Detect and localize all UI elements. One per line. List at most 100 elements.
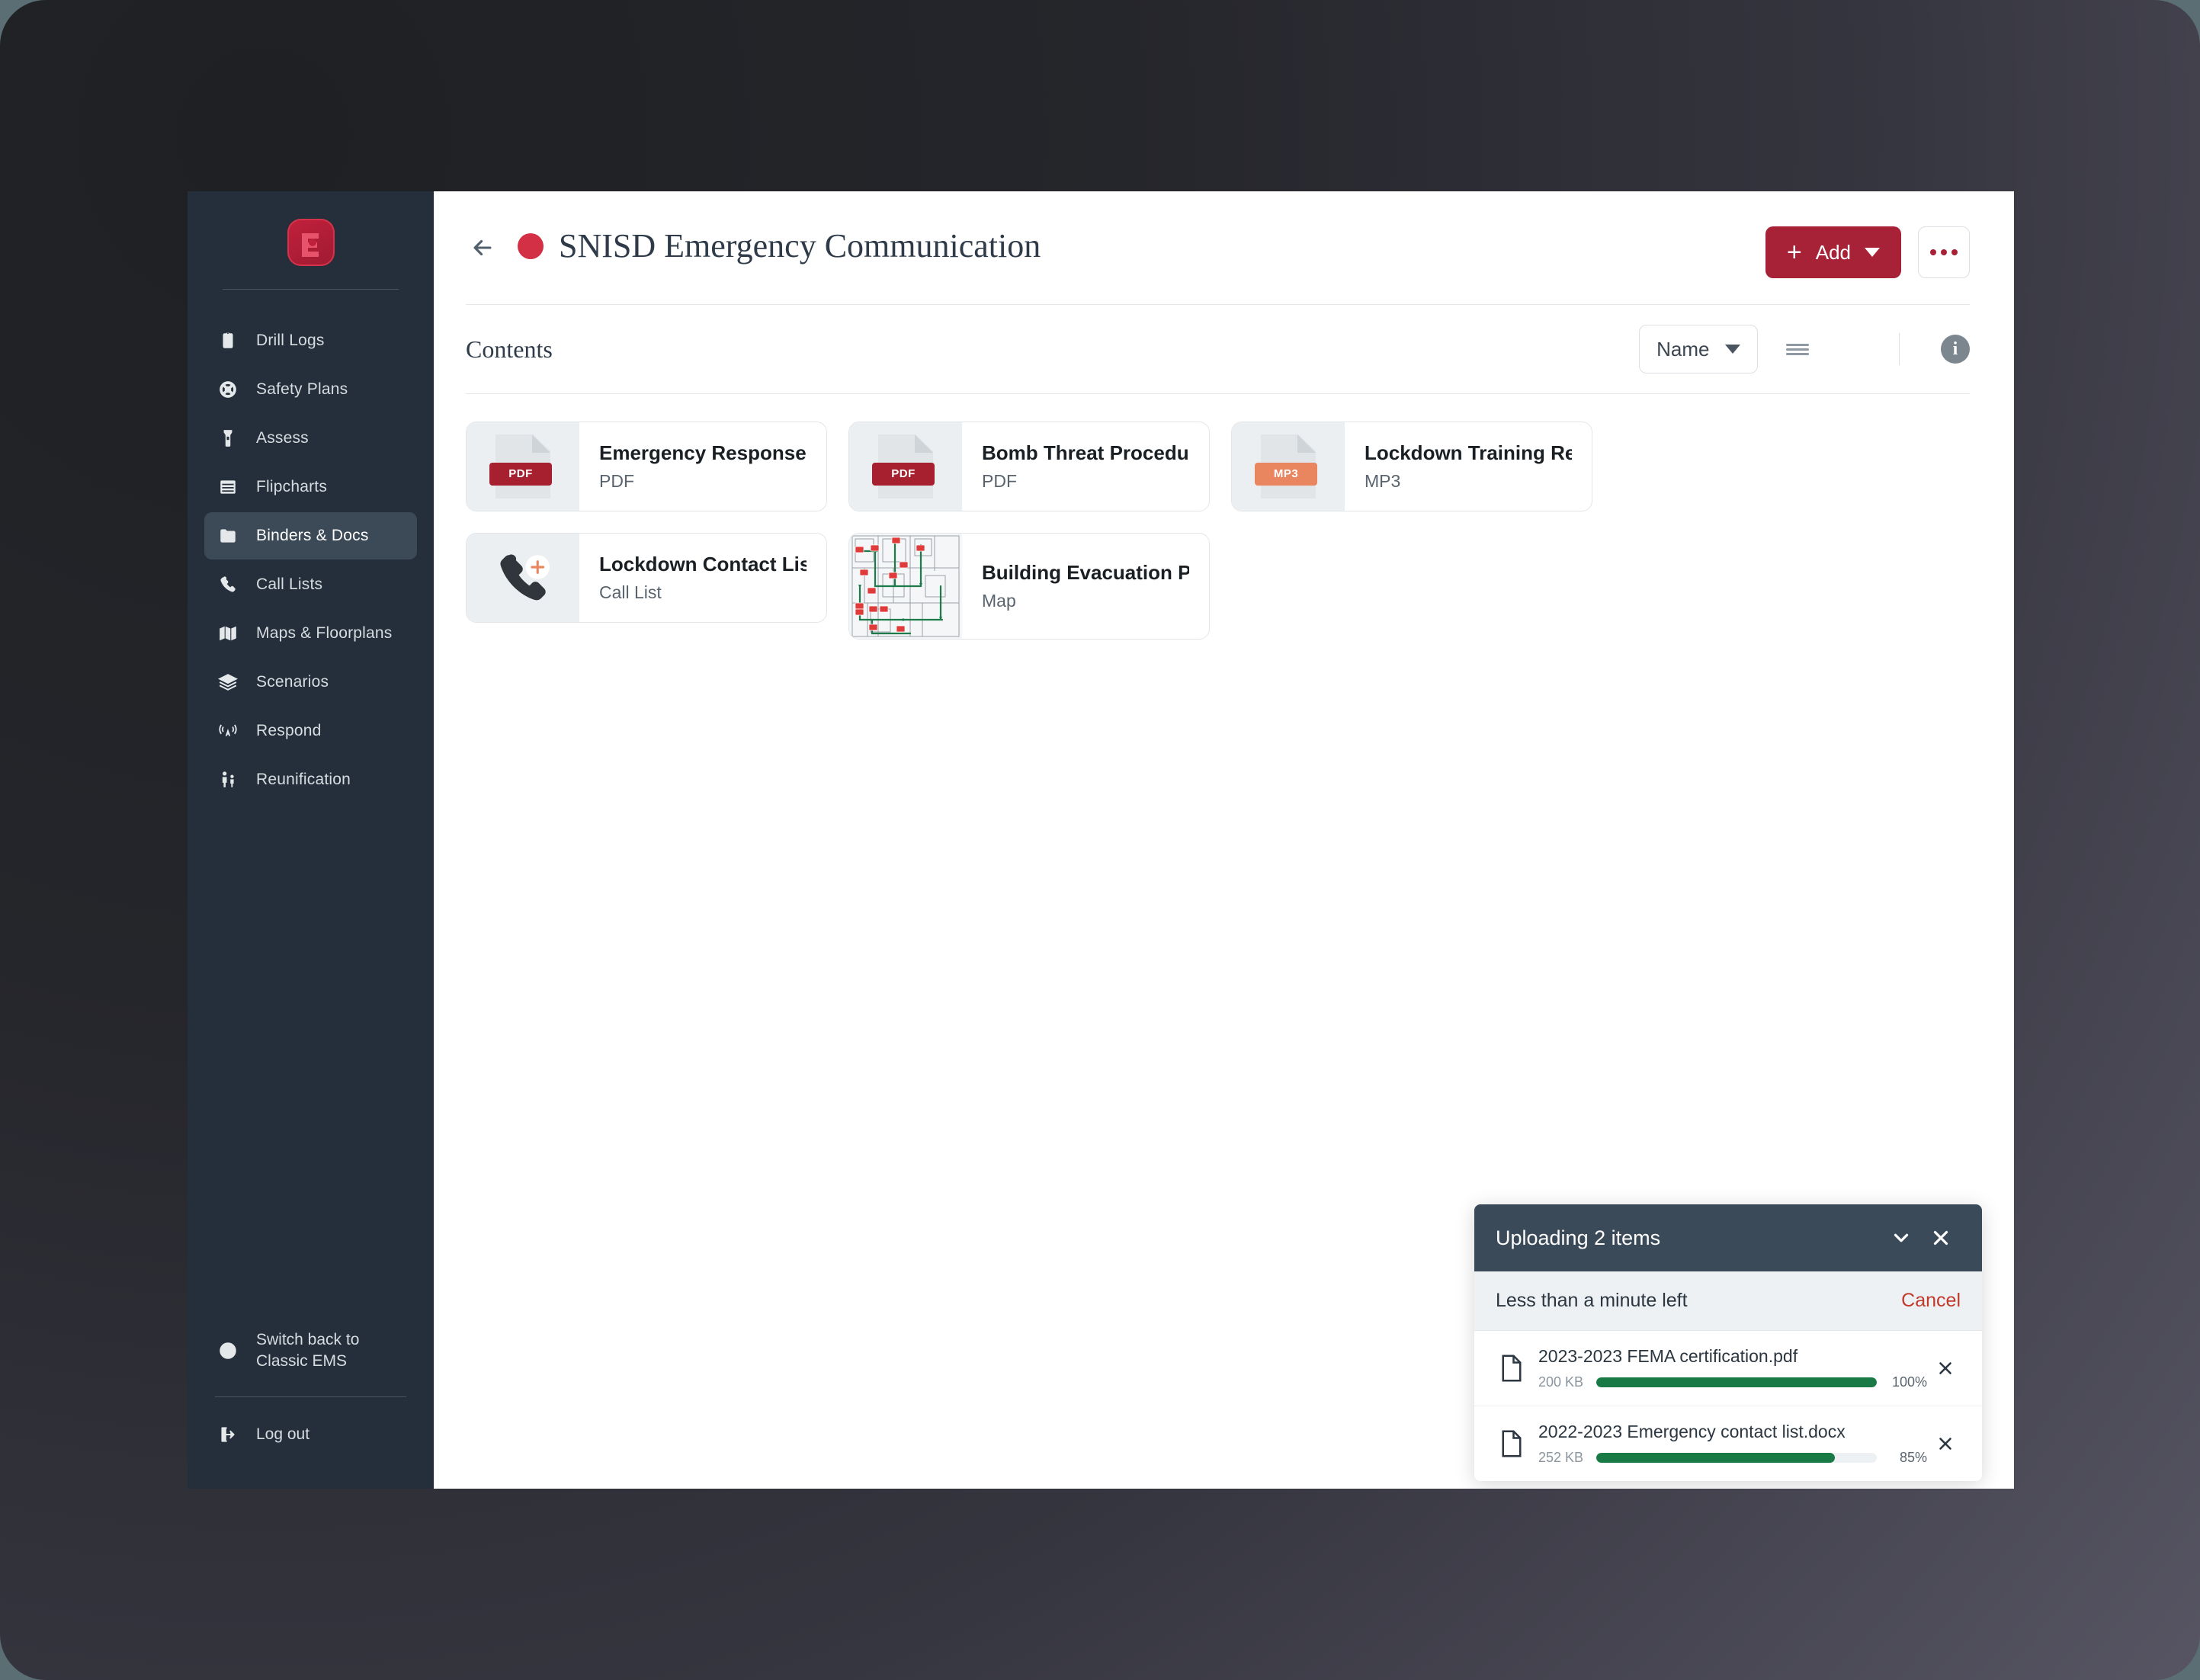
page-header-left: SNISD Emergency Communication [466,226,1765,265]
content-card[interactable]: MP3 Lockdown Training Rec... MP3 [1231,422,1592,511]
lifering-icon [215,377,241,402]
list-view-icon[interactable] [1784,335,1811,363]
mp3-file-icon: MP3 [1255,434,1317,499]
card-title: Emergency Response G... [599,441,807,464]
chevron-down-icon [1894,1233,1909,1242]
upload-file-size: 252 KB [1538,1450,1584,1465]
remove-upload-button[interactable] [1927,1358,1964,1378]
sort-dropdown[interactable]: Name [1639,325,1758,374]
contents-toolbar: Contents Name i [434,305,2014,393]
content-card[interactable]: Building Evacuation Plan Map [848,533,1210,640]
card-subtitle: PDF [982,471,1017,491]
clipboard-icon [215,328,241,354]
page-title: SNISD Emergency Communication [559,227,1041,265]
more-options-button[interactable] [1918,226,1970,278]
page-header-actions: + Add [1765,226,1970,278]
card-thumbnail: PDF [849,422,962,511]
pdf-badge-label: PDF [489,462,552,486]
sidebar-footer: Switch back to Classic EMS Log out [188,1319,434,1489]
card-thumbnail: MP3 [1232,422,1345,511]
map-icon [215,620,241,646]
status-badge [518,232,544,259]
content-card[interactable]: PDF Emergency Response G... PDF [466,422,827,511]
sidebar-item-label: Drill Logs [256,332,325,349]
card-thumbnail: PDF [467,422,579,511]
add-button[interactable]: + Add [1765,226,1901,278]
phone-plus-icon [491,546,555,610]
info-icon[interactable]: i [1941,335,1970,364]
document-icon [1496,1430,1528,1457]
upload-status-text: Less than a minute left [1496,1290,1688,1311]
broadcast-icon [215,718,241,744]
logout-icon [215,1422,241,1448]
sidebar-item-label: Reunification [256,771,351,788]
upload-file-row: 2022-2023 Emergency contact list.docx 25… [1474,1406,1982,1481]
card-title: Building Evacuation Plan [982,561,1189,584]
upload-status-row: Less than a minute left Cancel [1474,1271,1982,1331]
sidebar-divider-bottom [215,1396,406,1397]
card-body: Lockdown Contact List Call List [579,534,826,622]
sidebar-item-call-lists[interactable]: Call Lists [204,561,417,608]
contents-heading: Contents [466,335,553,363]
card-title: Lockdown Training Rec... [1365,441,1572,464]
card-thumbnail [467,534,579,622]
sidebar-item-binders-docs[interactable]: Binders & Docs [204,512,417,559]
upload-file-info: 2022-2023 Emergency contact list.docx 25… [1528,1422,1927,1466]
sidebar-item-label: Flipcharts [256,478,328,495]
main-content: SNISD Emergency Communication + Add Cont… [434,191,2014,1489]
floorplan-thumbnail [849,534,962,639]
logout-button[interactable]: Log out [204,1411,417,1458]
card-thumbnail [849,534,962,639]
ems-logo-icon [287,219,335,266]
plus-icon: + [1786,238,1802,267]
back-button[interactable] [466,231,499,265]
flipchart-icon [215,474,241,500]
grid-view-icon[interactable] [1833,337,1858,362]
arrow-left-icon [473,239,492,255]
layers-icon [215,669,241,695]
upload-progress-percent: 100% [1891,1374,1927,1390]
sidebar-item-maps-floorplans[interactable]: Maps & Floorplans [204,610,417,657]
upload-panel-header: Uploading 2 items [1474,1204,1982,1271]
upload-progress-bar [1596,1377,1877,1387]
sidebar-item-assess[interactable]: Assess [204,415,417,462]
upload-progress-fill [1596,1453,1835,1463]
sidebar-item-safety-plans[interactable]: Safety Plans [204,366,417,413]
card-body: Lockdown Training Rec... MP3 [1345,422,1592,511]
cancel-upload-button[interactable]: Cancel [1901,1290,1961,1312]
sidebar-item-drill-logs[interactable]: Drill Logs [204,317,417,364]
add-button-label: Add [1815,240,1851,264]
switch-back-classic-ems-button[interactable]: Switch back to Classic EMS [204,1319,417,1383]
chevron-down-icon [1865,248,1880,257]
sidebar-item-respond[interactable]: Respond [204,707,417,755]
card-subtitle: Map [982,591,1016,611]
sidebar-item-reunification[interactable]: Reunification [204,756,417,803]
sidebar-item-label: Assess [256,429,309,447]
card-body: Building Evacuation Plan Map [962,534,1209,639]
content-card[interactable]: Lockdown Contact List Call List [466,533,827,623]
content-card[interactable]: PDF Bomb Threat Procedures PDF [848,422,1210,511]
page-header: SNISD Emergency Communication + Add [434,191,2014,278]
view-toggle-group: i [1784,333,1970,365]
card-body: Bomb Threat Procedures PDF [962,422,1209,511]
sidebar-item-label: Binders & Docs [256,527,369,544]
app-logo[interactable] [188,191,434,283]
upload-progress-fill [1596,1377,1877,1387]
upload-file-meta: 200 KB 100% [1538,1374,1927,1390]
card-title: Bomb Threat Procedures [982,441,1189,464]
upload-file-info: 2023-2023 FEMA certification.pdf 200 KB … [1528,1346,1927,1390]
card-subtitle: MP3 [1365,471,1401,491]
app-window: Drill Logs Safety Plans Assess Flipchart… [188,191,2014,1489]
close-button[interactable] [1921,1218,1961,1258]
upload-file-row: 2023-2023 FEMA certification.pdf 200 KB … [1474,1331,1982,1406]
collapse-button[interactable] [1881,1218,1921,1258]
sidebar-item-label: Respond [256,722,322,739]
sidebar-item-scenarios[interactable]: Scenarios [204,659,417,706]
sidebar-item-flipcharts[interactable]: Flipcharts [204,463,417,511]
flashlight-icon [215,425,241,451]
remove-upload-button[interactable] [1927,1434,1964,1454]
switch-back-icon [215,1338,241,1364]
switch-back-label: Switch back to Classic EMS [256,1331,360,1371]
phone-icon [215,572,241,598]
document-icon [1496,1355,1528,1382]
